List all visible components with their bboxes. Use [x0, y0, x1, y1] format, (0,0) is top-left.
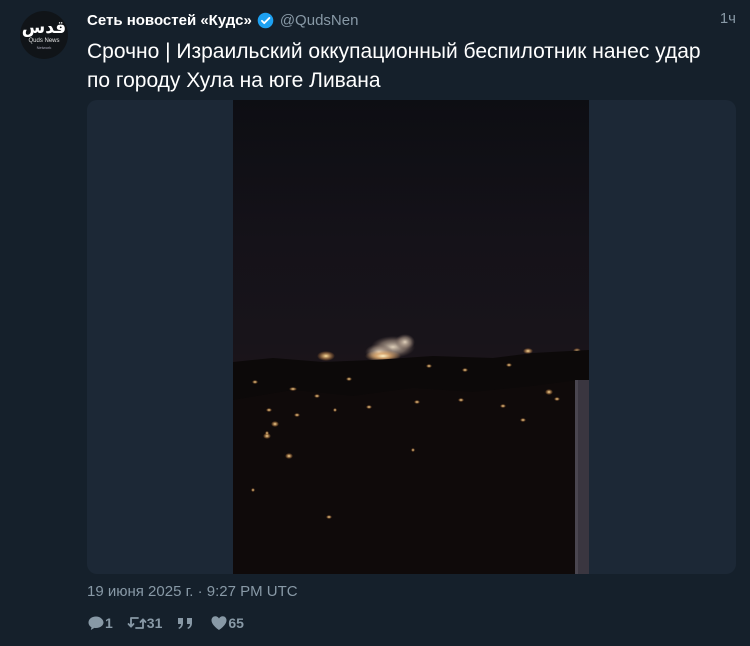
time-ago[interactable]: 1ч	[720, 10, 736, 27]
like-count: 65	[228, 615, 244, 631]
tweet-timestamp[interactable]: 19 июня 2025 г. · 9:27 PM UTC	[87, 583, 298, 600]
quote-icon	[176, 616, 196, 630]
tweet[interactable]: قدس Quds News Network Сеть новостей «Куд…	[0, 0, 750, 646]
reply-icon	[87, 615, 105, 631]
quote-button[interactable]	[176, 616, 196, 630]
tweet-actions: 1 31 65	[87, 614, 258, 632]
avatar-logo: قدس	[21, 18, 67, 38]
verified-badge-icon	[257, 12, 274, 29]
author-handle[interactable]: @QudsNen	[280, 12, 359, 29]
avatar[interactable]: قدس Quds News Network	[20, 11, 68, 59]
retweet-count: 31	[146, 615, 163, 631]
avatar-logo-subtext: Network	[36, 45, 52, 50]
like-icon	[210, 615, 228, 631]
retweet-icon	[127, 615, 147, 631]
retweet-button[interactable]: 31	[127, 615, 163, 631]
reply-button[interactable]: 1	[87, 615, 113, 631]
tweet-text: Срочно | Израильский оккупационный беспи…	[87, 40, 701, 92]
like-button[interactable]: 65	[210, 615, 244, 631]
tweet-header: Сеть новостей «Кудс» @QudsNen	[87, 10, 358, 30]
media-video-frame[interactable]	[233, 100, 589, 574]
tweet-media[interactable]	[87, 100, 736, 574]
night-scene-image	[233, 334, 589, 574]
author-name[interactable]: Сеть новостей «Кудс»	[87, 12, 252, 29]
reply-count: 1	[105, 615, 113, 631]
avatar-logo-text: Quds News	[28, 38, 60, 44]
